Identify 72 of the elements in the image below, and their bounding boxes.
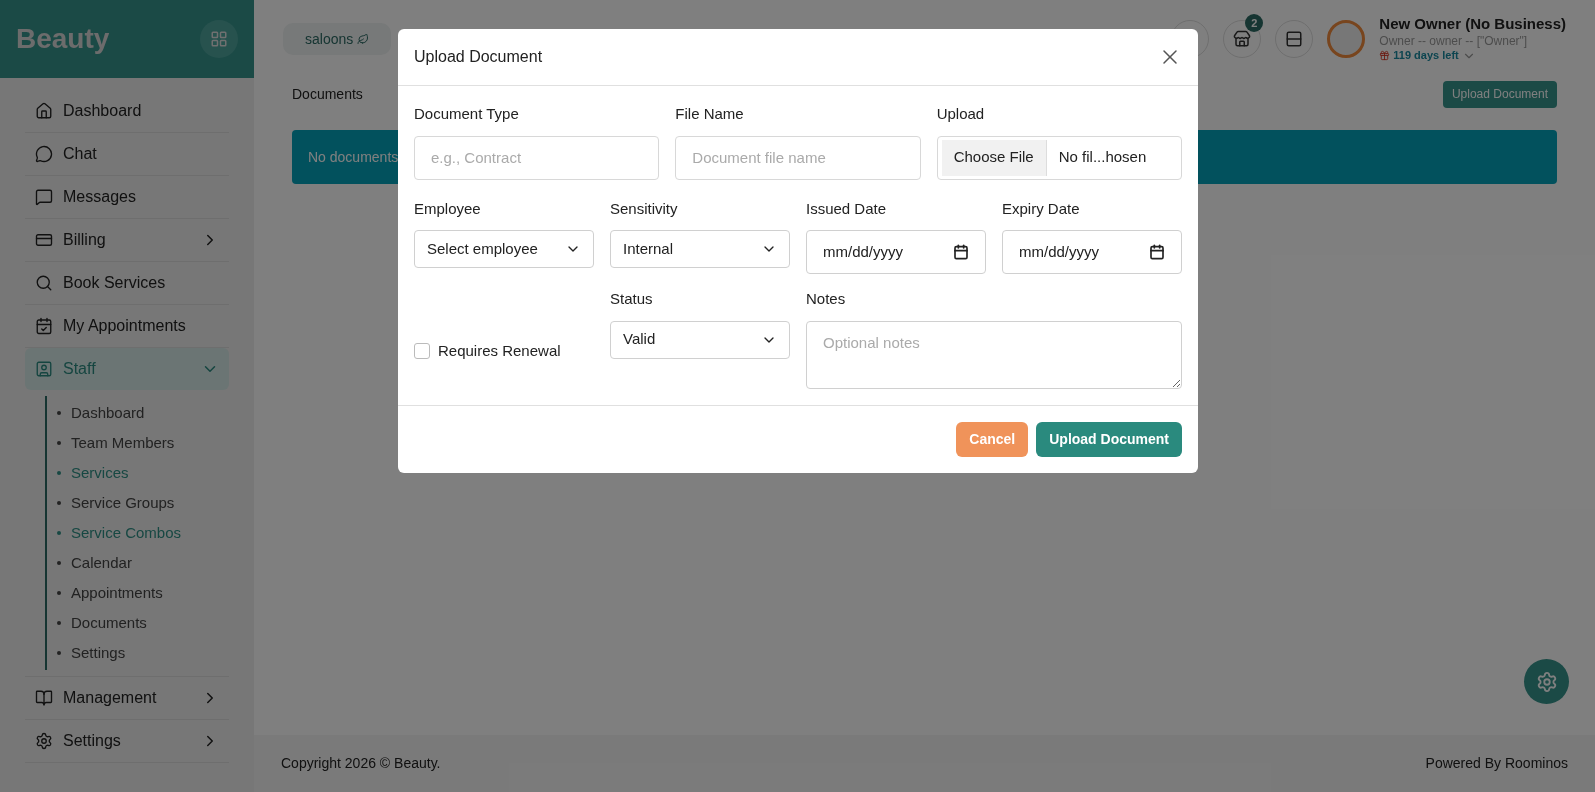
date-field[interactable]: mm/dd/yyyy	[806, 230, 986, 274]
select-field[interactable]: Select employee	[414, 230, 594, 268]
apps-button[interactable]	[200, 20, 238, 58]
submenu-item[interactable]: Service Combos	[57, 518, 229, 548]
nav-item[interactable]: Messages	[25, 176, 229, 218]
powered-by-text: Powered By Roominos	[1425, 754, 1568, 773]
credit-card-icon	[35, 231, 53, 249]
text-field[interactable]: Document file name	[675, 135, 921, 180]
message-icon	[35, 188, 53, 206]
nav-item[interactable]: Billing	[25, 219, 229, 261]
choose-file-button[interactable]: Choose File	[941, 139, 1047, 176]
field-label: Upload	[936, 104, 985, 124]
submenu-item[interactable]: Service Groups	[57, 488, 229, 518]
text-field[interactable]: e.g., Contract	[414, 135, 660, 180]
field-label: Sensitivity	[610, 198, 678, 219]
field-label: Notes	[806, 289, 846, 309]
notes-field[interactable]: Optional notes	[806, 320, 1182, 389]
nav-item[interactable]: Staff	[25, 348, 229, 390]
submenu-item[interactable]: Services	[57, 458, 229, 488]
submenu-item[interactable]: Calendar	[57, 548, 229, 578]
nav-item[interactable]: Dashboard	[25, 90, 229, 132]
upload-document-button[interactable]: Upload Document	[1442, 80, 1557, 108]
field-label: Expiry Date	[1002, 198, 1080, 219]
upload-document-button[interactable]: Upload Document	[1036, 421, 1182, 457]
grid-icon	[210, 30, 228, 48]
leaf-icon	[357, 33, 370, 45]
search-icon	[35, 274, 53, 292]
calendar-icon	[953, 244, 969, 260]
house-icon	[35, 102, 53, 120]
notification-badge: 2	[1245, 14, 1264, 32]
cancel-button[interactable]: Cancel	[956, 421, 1029, 457]
checkbox-label: Requires Renewal	[438, 341, 561, 361]
chat-bubble-icon	[35, 145, 53, 163]
field-label: Document Type	[414, 104, 519, 124]
rows-icon	[1285, 30, 1304, 48]
select-field[interactable]: Valid	[610, 320, 790, 359]
field-label: Status	[610, 289, 653, 309]
copyright-text: Copyright 2026 © Beauty.	[281, 754, 441, 773]
file-name: No fil...hosen	[1058, 147, 1147, 168]
nav-item[interactable]: Book Services	[25, 262, 229, 304]
checkbox[interactable]	[414, 343, 430, 360]
nav-item[interactable]: Management	[25, 677, 229, 719]
avatar[interactable]	[1327, 20, 1366, 58]
book-icon	[35, 689, 53, 707]
submenu-item[interactable]: Settings	[57, 638, 229, 668]
settings-icon	[1535, 670, 1558, 693]
saloons-chip[interactable]: saloons	[283, 23, 392, 55]
submenu-item[interactable]: Documents	[57, 608, 229, 638]
contact-card-icon	[35, 360, 53, 378]
user-name: New Owner (No Business)	[1379, 15, 1566, 34]
page-title: Documents	[292, 84, 363, 104]
field-label: Issued Date	[806, 198, 887, 219]
file-field[interactable]: Choose File No fil...hosen	[936, 135, 1182, 180]
gift-icon	[1379, 50, 1391, 62]
submenu-item[interactable]: Team Members	[57, 428, 229, 458]
nav-item[interactable]: My Appointments	[25, 305, 229, 347]
store-icon	[1233, 30, 1252, 48]
settings-icon	[35, 732, 53, 750]
date-field[interactable]: mm/dd/yyyy	[1002, 230, 1182, 274]
calendar-check-icon	[35, 317, 53, 335]
field-label: File Name	[675, 104, 744, 124]
select-field[interactable]: Internal	[610, 230, 790, 268]
dialog-title: Upload Document	[414, 47, 543, 67]
submenu-item[interactable]: Dashboard	[57, 398, 229, 428]
field-label: Employee	[414, 198, 481, 219]
empty-state-text: No documents	[308, 147, 399, 167]
submenu-item[interactable]: Appointments	[57, 578, 229, 608]
brand-logo: Beauty	[16, 22, 110, 56]
nav-item[interactable]: Chat	[25, 133, 229, 175]
nav-item[interactable]: Settings	[25, 720, 229, 762]
calendar-icon	[1149, 244, 1165, 260]
trial-link[interactable]: 119 days left	[1379, 48, 1566, 63]
